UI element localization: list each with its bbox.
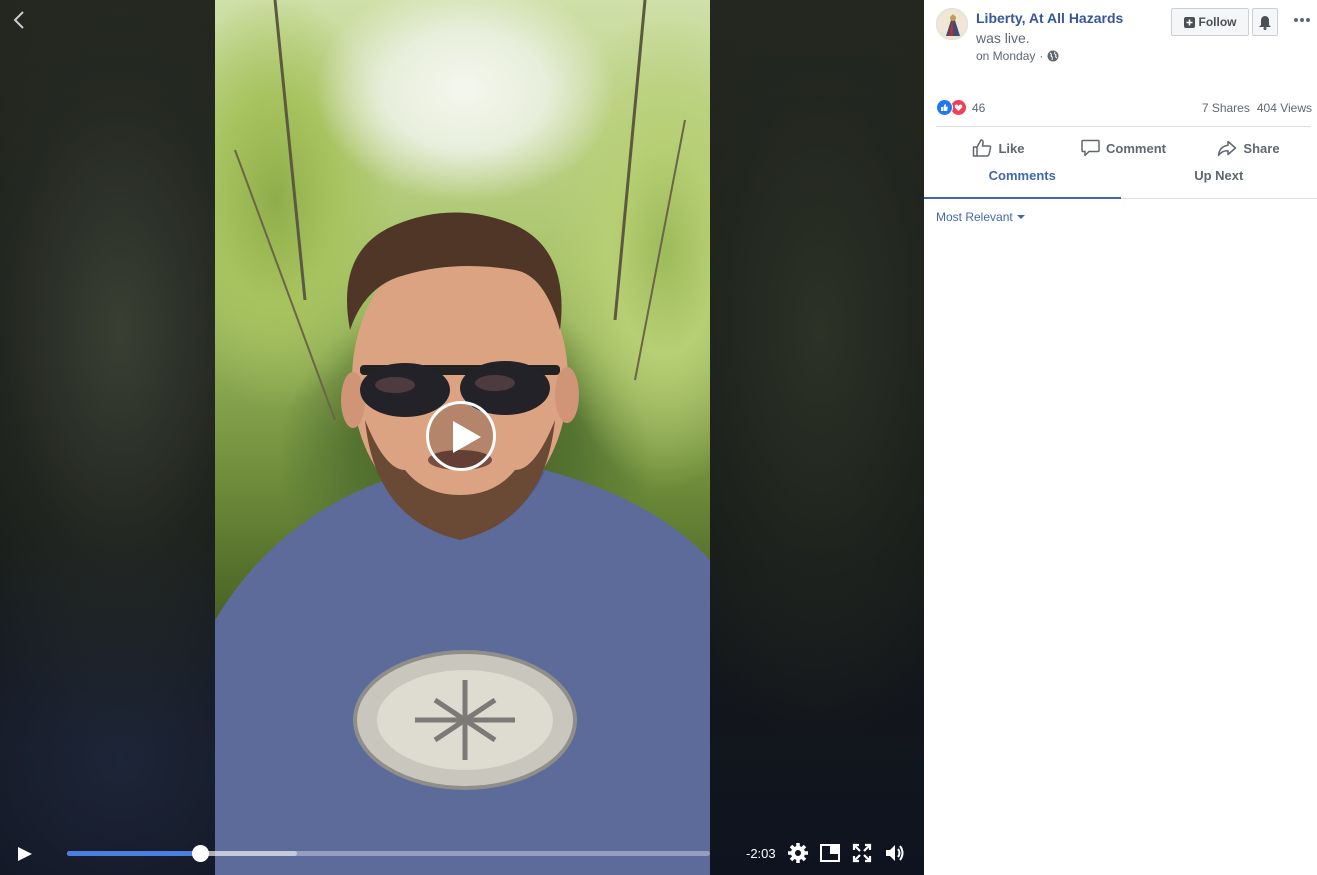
- bell-icon: [1259, 15, 1271, 30]
- time-remaining: -2:03: [746, 846, 776, 861]
- shares-count[interactable]: 7 Shares: [1202, 101, 1250, 115]
- sidebar-tabs: Comments Up Next: [924, 162, 1317, 199]
- seek-bar[interactable]: [67, 845, 710, 862]
- play-icon: [453, 421, 481, 453]
- reaction-count[interactable]: 46: [972, 101, 985, 115]
- caret-down-icon: [1016, 215, 1025, 219]
- video-player[interactable]: -2:03: [0, 0, 924, 875]
- follow-label: Follow: [1198, 15, 1237, 29]
- settings-icon[interactable]: [787, 842, 809, 864]
- divider: [936, 126, 1311, 127]
- comment-icon: [1081, 139, 1100, 157]
- comment-button[interactable]: Comment: [1061, 134, 1186, 162]
- like-button[interactable]: Like: [936, 134, 1061, 162]
- thumbs-up-icon: [973, 139, 992, 157]
- seek-handle[interactable]: [192, 845, 210, 862]
- share-button[interactable]: Share: [1186, 134, 1311, 162]
- comment-sort-label: Most Relevant: [936, 210, 1013, 224]
- post-meta: on Monday ·: [976, 49, 1059, 63]
- post-actions: Like Comment Share: [936, 134, 1311, 162]
- follow-button[interactable]: Follow: [1171, 8, 1249, 36]
- meta-separator: ·: [1039, 49, 1044, 63]
- notifications-button[interactable]: [1252, 8, 1278, 36]
- views-count: 404 Views: [1256, 101, 1312, 115]
- post-status: was live.: [976, 30, 1030, 46]
- like-label: Like: [998, 140, 1025, 156]
- video-controls: -2:03: [0, 832, 924, 875]
- comment-label: Comment: [1106, 140, 1166, 156]
- tab-up-next[interactable]: Up Next: [1121, 162, 1317, 198]
- like-reaction-icon: [936, 99, 953, 116]
- share-label: Share: [1243, 140, 1280, 156]
- fullscreen-icon[interactable]: [851, 842, 873, 864]
- post-date[interactable]: on Monday: [976, 49, 1035, 63]
- post-stats: 7 Shares 404 Views: [1202, 101, 1312, 115]
- picture-in-picture-icon[interactable]: [819, 842, 841, 864]
- page-name-link[interactable]: Liberty, At All Hazards: [976, 10, 1123, 26]
- play-icon[interactable]: [14, 844, 34, 864]
- reactions-summary[interactable]: 46: [936, 99, 985, 116]
- page-avatar[interactable]: [936, 8, 968, 40]
- volume-icon[interactable]: [884, 842, 906, 864]
- post-sidebar: Liberty, At All Hazards was live. on Mon…: [924, 0, 1317, 875]
- center-play-button[interactable]: [426, 401, 496, 471]
- globe-icon[interactable]: [1047, 50, 1059, 62]
- seek-played: [67, 851, 201, 856]
- share-icon: [1218, 140, 1237, 156]
- comment-sort-dropdown[interactable]: Most Relevant: [936, 210, 1025, 224]
- page-avatar-image: [937, 9, 967, 39]
- back-chevron-icon[interactable]: [10, 10, 30, 30]
- tab-comments[interactable]: Comments: [924, 162, 1121, 199]
- more-icon[interactable]: [1292, 12, 1312, 28]
- follow-icon: [1183, 16, 1195, 28]
